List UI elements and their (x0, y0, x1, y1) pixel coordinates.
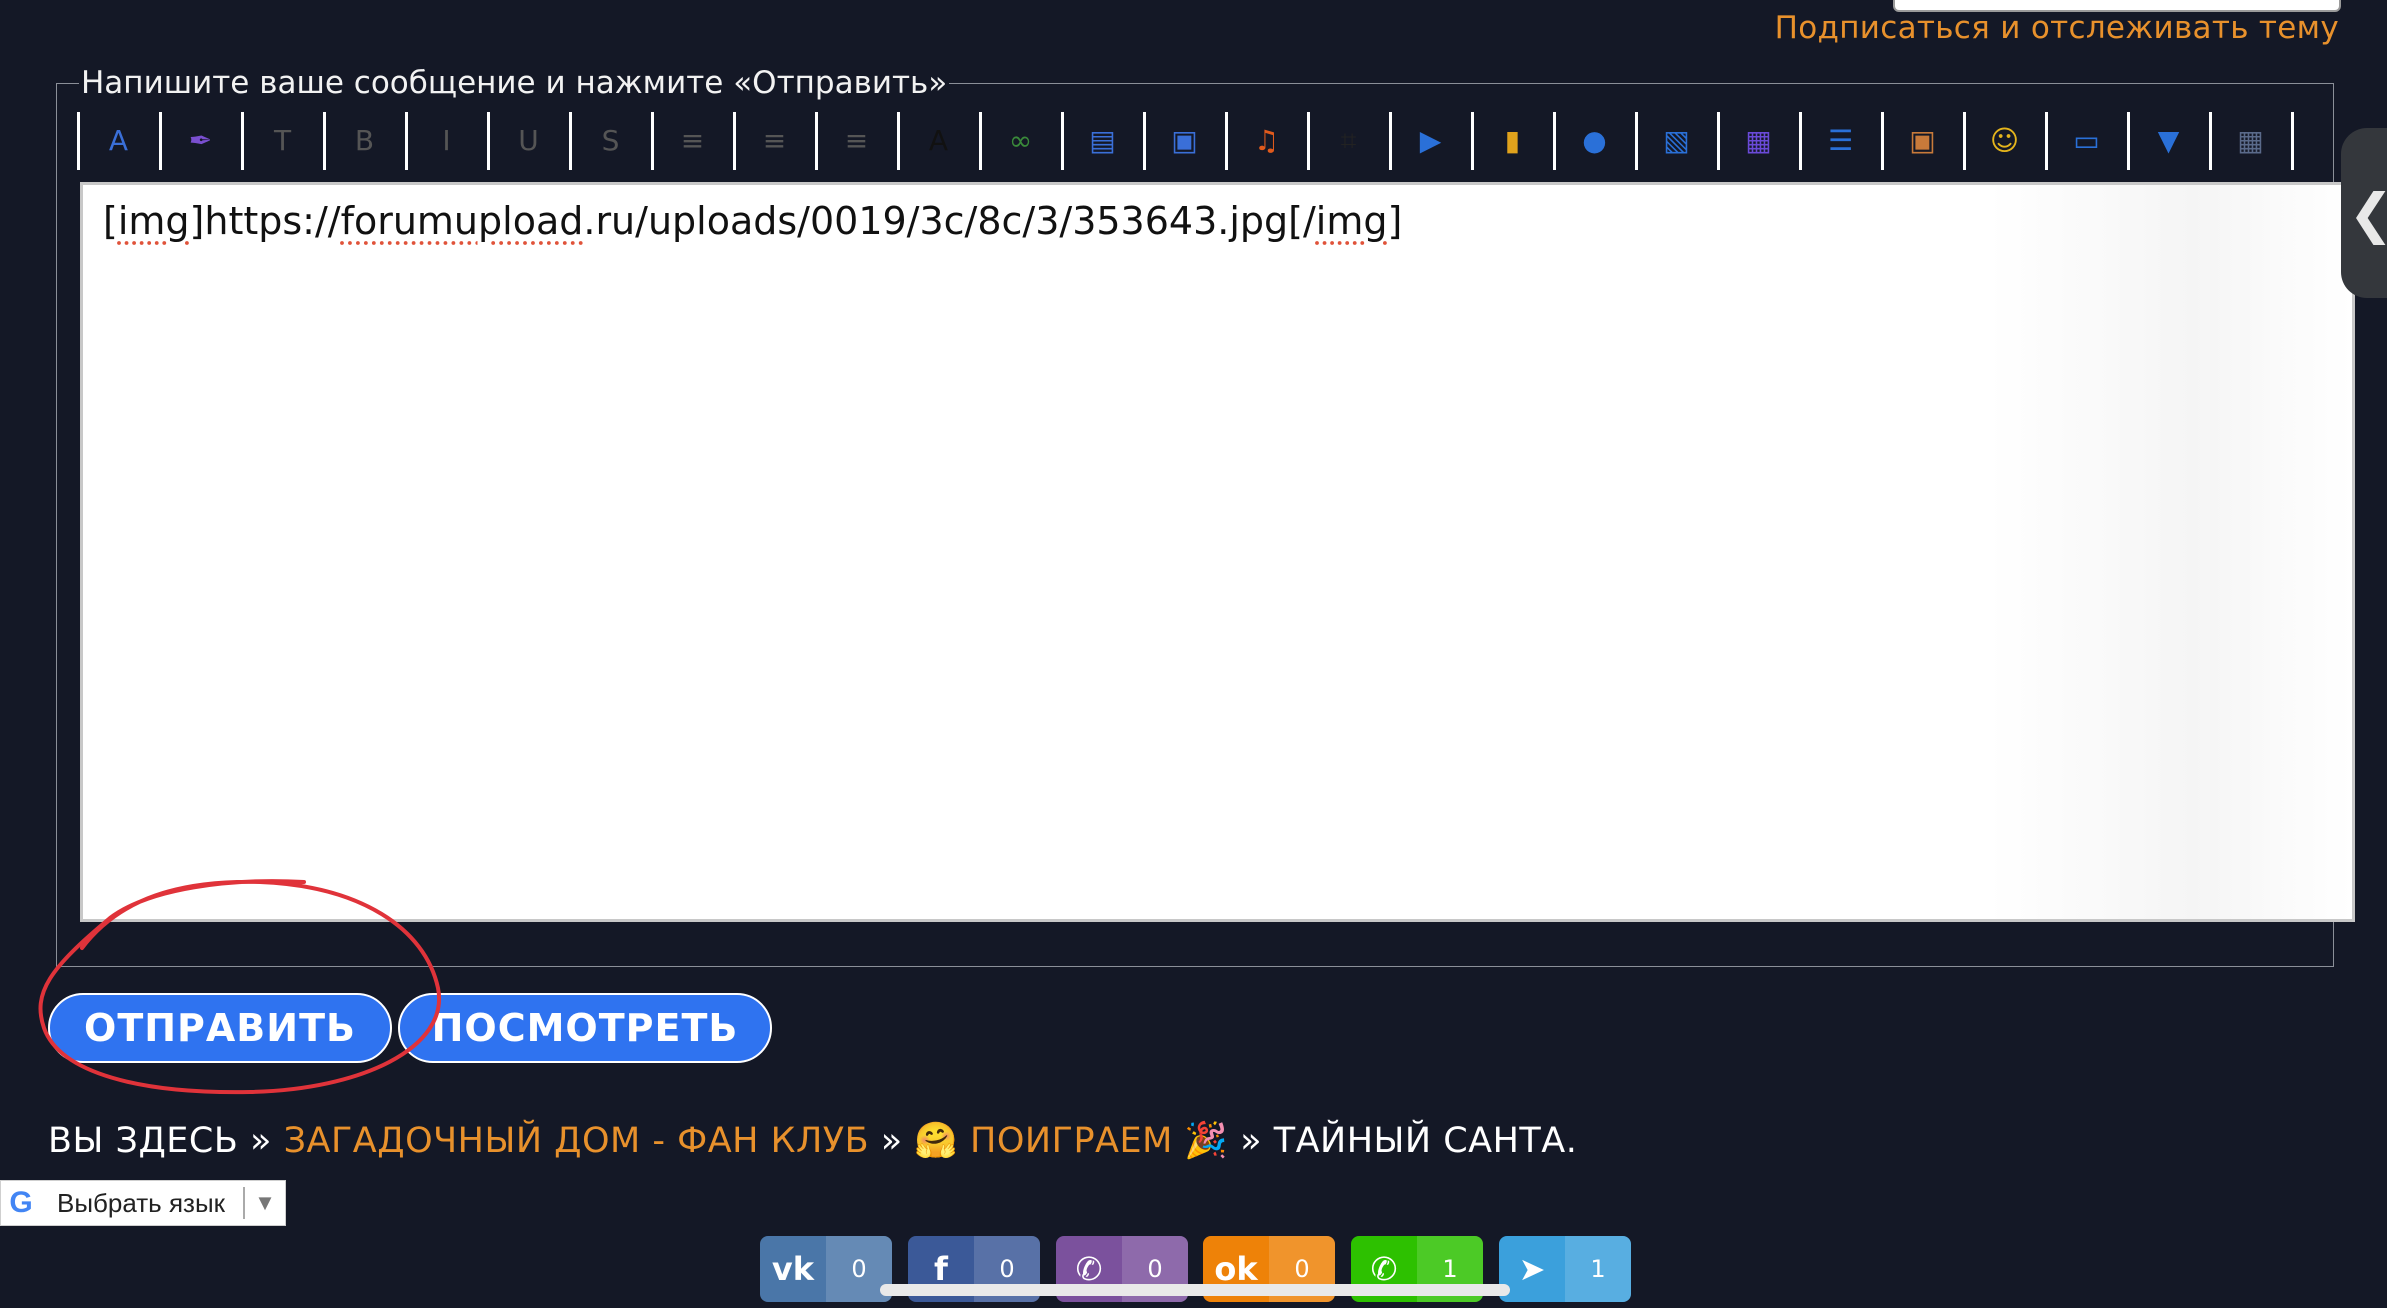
breadcrumb-separator: » (250, 1121, 272, 1161)
align-right-icon: ≡ (844, 124, 869, 157)
list-icon: ☰ (1827, 124, 1854, 157)
toolbar-strikethrough-button[interactable]: S (569, 112, 649, 170)
toolbar-headphones-button[interactable]: ♫ (1225, 112, 1305, 170)
content-text: ]https:// (189, 199, 341, 243)
breadcrumb-separator: » (1240, 1121, 1263, 1161)
toolbar-italic-button[interactable]: I (405, 112, 485, 170)
toolbar-book-button[interactable]: ▤ (1061, 112, 1141, 170)
crop-icon: ⌗ (1340, 124, 1357, 157)
chevron-left-icon: ❮ (2348, 182, 2387, 245)
table-icon: ▦ (1745, 124, 1772, 157)
toolbar-quill-button[interactable]: ✒ (159, 112, 239, 170)
content-text: [ (103, 199, 118, 243)
gallery-icon: ▣ (1171, 124, 1198, 157)
breadcrumb-separator: » (880, 1121, 903, 1161)
red-circle-annotation (38, 879, 442, 1095)
toolbar-table-button[interactable]: ▦ (1717, 112, 1797, 170)
content-spellcheck-word: forumupload (340, 199, 584, 243)
breadcrumb-current: ТАЙНЫЙ САНТА. (1273, 1121, 1578, 1161)
preview-button[interactable]: ПОСМОТРЕТЬ (398, 993, 772, 1063)
toolbar-photo-upload-button[interactable]: ▣ (1881, 112, 1961, 170)
document-icon: ▧ (1663, 124, 1690, 157)
toolbar-align-center-button[interactable]: ≡ (733, 112, 813, 170)
toolbar-link-button[interactable]: ∞ (979, 112, 1059, 170)
font-size-icon: T (273, 124, 292, 157)
breadcrumb: ВЫ ЗДЕСЬ » ЗАГАДОЧНЫЙ ДОМ - ФАН КЛУБ » 🤗… (48, 1120, 1577, 1161)
language-selector[interactable]: G Выбрать язык ▼ (0, 1180, 286, 1226)
more-dropdown-icon: ▼ (2157, 124, 2180, 157)
content-spellcheck-word: img (117, 199, 190, 243)
home-indicator (880, 1284, 1510, 1296)
speech-bubble-icon: ● (1582, 124, 1607, 157)
bold-icon: B (354, 124, 375, 157)
link-icon: ∞ (1008, 124, 1033, 157)
toolbar-crop-button[interactable]: ⌗ (1307, 112, 1387, 170)
font-icon: A (108, 124, 129, 157)
toolbar-play-button[interactable]: ▶ (1389, 112, 1469, 170)
photo-upload-icon: ▣ (1909, 124, 1936, 157)
toolbar-underline-button[interactable]: U (487, 112, 567, 170)
toolbar-list-button[interactable]: ☰ (1799, 112, 1879, 170)
toolbar-bold-button[interactable]: B (323, 112, 403, 170)
content-spellcheck-word: img (1315, 199, 1388, 243)
toolbar-text-color-button[interactable]: A (897, 112, 977, 170)
content-text: .ru/uploads/0019/3c/8c/3/353643.jpg[/ (583, 199, 1316, 243)
toolbar-lock-button[interactable]: ▮ (1471, 112, 1551, 170)
book-icon: ▤ (1089, 124, 1116, 157)
align-center-icon: ≡ (762, 124, 787, 157)
italic-icon: I (442, 124, 451, 157)
strikethrough-icon: S (601, 124, 620, 157)
toolbar-keyboard-button[interactable]: ▭ (2045, 112, 2125, 170)
subscribe-link[interactable]: Подписаться и отслеживать тему (1775, 10, 2339, 46)
toolbar-smiley-button[interactable]: ☺ (1963, 112, 2043, 170)
language-selector-label: Выбрать язык (57, 1187, 226, 1218)
toolbar-gallery-button[interactable]: ▣ (1143, 112, 1223, 170)
content-text: ] (1387, 199, 1403, 243)
breadcrumb-prefix: ВЫ ЗДЕСЬ (48, 1121, 239, 1161)
side-panel-toggle[interactable]: ❮ (2341, 128, 2387, 298)
editor-legend: Напишите ваше сообщение и нажмите «Отпра… (81, 65, 948, 101)
toolbar-speech-bubble-button[interactable]: ● (1553, 112, 1633, 170)
toolbar-end-divider (2291, 112, 2294, 170)
message-textarea[interactable]: [img]https://forumupload.ru/uploads/0019… (80, 182, 2355, 922)
play-icon: ▶ (1419, 124, 1442, 157)
headphones-icon: ♫ (1253, 124, 1280, 157)
toolbar-document-button[interactable]: ▧ (1635, 112, 1715, 170)
layout-icon: ▦ (2237, 124, 2264, 157)
toolbar-align-left-button[interactable]: ≡ (651, 112, 731, 170)
lock-icon: ▮ (1504, 124, 1521, 157)
keyboard-icon: ▭ (2073, 124, 2100, 157)
share-telegram-button[interactable]: ➤ 1 (1499, 1236, 1631, 1302)
share-count: 1 (1565, 1236, 1631, 1302)
toolbar-font-size-button[interactable]: T (241, 112, 321, 170)
editor-toolbar: A ✒ T B I U S ≡ ≡ ≡ A ∞ ▤ ▣ ♫ ⌗ ▶ ▮ ● ▧ ▦ ☰ ▣ ☺ ▭ ▼ ▦ (77, 112, 2327, 170)
text-color-icon: A (928, 124, 949, 157)
toolbar-layout-button[interactable]: ▦ (2209, 112, 2289, 170)
breadcrumb-section-link[interactable]: 🤗 ПОИГРАЕМ 🎉 (914, 1121, 1228, 1161)
dropdown-arrow-icon: ▼ (254, 1190, 276, 1215)
toolbar-more-dropdown-button[interactable]: ▼ (2127, 112, 2207, 170)
quill-icon: ✒ (188, 124, 213, 157)
align-left-icon: ≡ (680, 124, 705, 157)
share-vk-button[interactable]: vk 0 (760, 1236, 892, 1302)
toolbar-align-right-button[interactable]: ≡ (815, 112, 895, 170)
smiley-icon: ☺ (1989, 124, 2020, 157)
google-icon: G (9, 1186, 33, 1219)
toolbar-font-button[interactable]: A (77, 112, 157, 170)
breadcrumb-forum-link[interactable]: ЗАГАДОЧНЫЙ ДОМ - ФАН КЛУБ (284, 1121, 870, 1161)
underline-icon: U (518, 124, 539, 157)
vk-icon: vk (771, 1250, 815, 1288)
